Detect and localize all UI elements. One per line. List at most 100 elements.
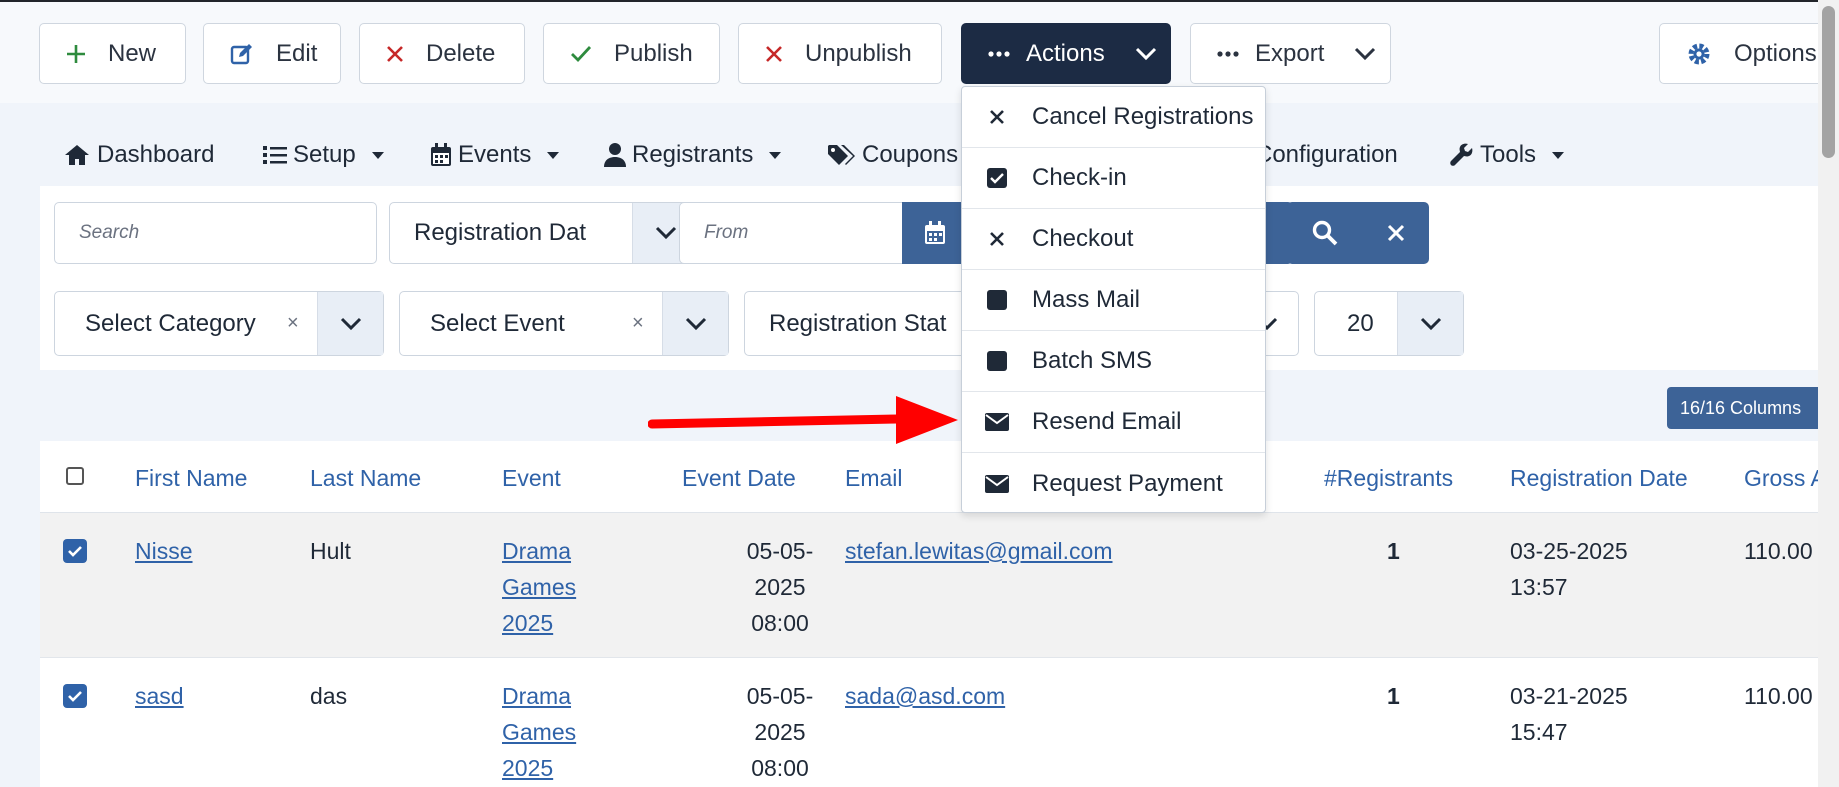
- nav-setup[interactable]: Setup: [263, 125, 384, 185]
- event-line: 2025: [502, 610, 554, 636]
- nav-tools[interactable]: Tools: [1450, 125, 1565, 185]
- vertical-scrollbar[interactable]: [1818, 0, 1839, 787]
- square-icon: [962, 289, 1032, 311]
- ellipsis-icon: [988, 50, 1010, 57]
- publish-button[interactable]: Publish: [543, 23, 720, 84]
- filter-panel: Search Registration Dat From Select Cate…: [40, 186, 1839, 370]
- menu-item-check-in[interactable]: Check-in: [962, 148, 1265, 209]
- edit-label: Edit: [276, 39, 318, 67]
- registration-date: 03-21-2025 15:47: [1510, 678, 1628, 750]
- clear-icon[interactable]: ×: [287, 312, 299, 335]
- chevron-down-icon: [1135, 47, 1156, 60]
- status-value: Registration Stat: [769, 309, 947, 337]
- menu-item-batch-sms[interactable]: Batch SMS: [962, 331, 1265, 392]
- columns-toggle-button[interactable]: 16/16 Columns: [1667, 387, 1839, 429]
- new-button[interactable]: New: [39, 23, 186, 84]
- row-checkbox[interactable]: [63, 539, 87, 563]
- new-label: New: [108, 39, 157, 67]
- plus-icon: [67, 44, 85, 63]
- limit-select[interactable]: 20: [1314, 291, 1464, 356]
- home-icon: [65, 145, 89, 165]
- scrollbar-thumb[interactable]: [1822, 6, 1835, 158]
- checkbox-icon: [962, 167, 1032, 189]
- gross-amount: 110.00: [1744, 538, 1813, 564]
- nav-events[interactable]: Events: [430, 125, 560, 185]
- nav-coupons-label: Coupons: [862, 141, 959, 168]
- header-first-name[interactable]: First Name: [135, 465, 247, 492]
- registration-date-line: 15:47: [1510, 719, 1568, 745]
- header-registrants[interactable]: #Registrants: [1324, 465, 1453, 492]
- toolbar: New Edit Delete Publish Unpublish Action…: [0, 0, 1839, 103]
- gross-amount: 110.00: [1744, 683, 1813, 709]
- edit-icon: [230, 43, 252, 64]
- date-type-value: Registration Dat: [414, 219, 587, 246]
- menu-item-resend-email[interactable]: Resend Email: [962, 392, 1265, 453]
- event-link[interactable]: Drama Games 2025: [502, 533, 576, 641]
- unpublish-button[interactable]: Unpublish: [738, 23, 942, 84]
- header-event-date[interactable]: Event Date: [682, 465, 796, 492]
- registration-date-line: 03-21-2025: [1510, 683, 1628, 709]
- check-icon: [571, 45, 592, 62]
- event-line: 2025: [502, 755, 554, 781]
- nav-setup-label: Setup: [293, 141, 356, 168]
- close-icon[interactable]: [1387, 224, 1405, 242]
- delete-button[interactable]: Delete: [359, 23, 525, 84]
- clear-icon[interactable]: ×: [632, 312, 644, 335]
- menu-item-label: Request Payment: [1032, 469, 1223, 497]
- email-link[interactable]: stefan.lewitas@gmail.com: [845, 533, 1113, 569]
- header-registration-date[interactable]: Registration Date: [1510, 465, 1688, 492]
- category-select[interactable]: Select Category ×: [54, 291, 384, 356]
- select-all-checkbox[interactable]: [66, 467, 84, 485]
- header-event[interactable]: Event: [502, 465, 561, 492]
- last-name: Hult: [310, 538, 351, 564]
- calendar-icon: [924, 221, 945, 244]
- first-name-link[interactable]: Nisse: [135, 533, 193, 569]
- menu-item-request-payment[interactable]: Request Payment: [962, 453, 1265, 514]
- export-button[interactable]: Export: [1190, 23, 1391, 84]
- search-placeholder: Search: [79, 222, 140, 243]
- times-icon: [387, 45, 403, 62]
- event-line: Drama: [502, 683, 572, 709]
- event-select[interactable]: Select Event ×: [399, 291, 729, 356]
- actions-button[interactable]: Actions: [961, 23, 1171, 84]
- event-link[interactable]: Drama Games 2025: [502, 678, 576, 786]
- nav-coupons[interactable]: Coupons: [828, 125, 958, 185]
- caret-down-icon: [547, 151, 560, 159]
- nav-configuration-label: Configuration: [1255, 141, 1398, 168]
- export-label: Export: [1255, 39, 1325, 67]
- date-type-select[interactable]: Registration Dat: [389, 202, 699, 264]
- event-date-line: 08:00: [751, 610, 809, 636]
- email-link[interactable]: sada@asd.com: [845, 678, 1005, 714]
- edit-button[interactable]: Edit: [203, 23, 341, 84]
- options-button[interactable]: Options: [1659, 23, 1829, 84]
- row-checkbox[interactable]: [63, 684, 87, 708]
- event-date: 05-05- 2025 08:00: [690, 678, 870, 786]
- nav-dashboard[interactable]: Dashboard: [63, 125, 214, 185]
- caret-down-icon: [1552, 151, 1565, 159]
- header-last-name[interactable]: Last Name: [310, 465, 421, 492]
- menu-item-mass-mail[interactable]: Mass Mail: [962, 270, 1265, 331]
- menu-item-label: Checkout: [1032, 225, 1134, 252]
- menu-item-label: Check-in: [1032, 164, 1127, 191]
- header-email[interactable]: Email: [845, 465, 903, 492]
- menu-item-cancel-registrations[interactable]: Cancel Registrations: [962, 87, 1265, 148]
- event-date-line: 2025: [754, 574, 806, 600]
- first-name-link[interactable]: sasd: [135, 678, 184, 714]
- chevron-down-icon: [1355, 47, 1376, 60]
- event-date-line: 05-05-: [746, 683, 814, 709]
- header-gross-amount[interactable]: Gross A: [1744, 465, 1826, 492]
- nav-registrants[interactable]: Registrants: [604, 125, 782, 185]
- ellipsis-icon: [1217, 50, 1239, 57]
- search-input[interactable]: Search: [54, 202, 377, 264]
- nav-configuration[interactable]: Configuration: [1255, 125, 1398, 185]
- search-icon[interactable]: [1312, 220, 1338, 246]
- list-icon: [263, 146, 287, 164]
- envelope-icon: [962, 413, 1032, 431]
- from-placeholder: From: [704, 222, 749, 243]
- calendar-button[interactable]: [902, 202, 967, 264]
- menu-item-checkout[interactable]: Checkout: [962, 209, 1265, 270]
- registrants-table: First Name Last Name Event Event Date Em…: [40, 441, 1839, 787]
- event-line: Games: [502, 719, 577, 745]
- menu-item-label: Resend Email: [1032, 408, 1182, 435]
- tags-icon: [828, 145, 855, 165]
